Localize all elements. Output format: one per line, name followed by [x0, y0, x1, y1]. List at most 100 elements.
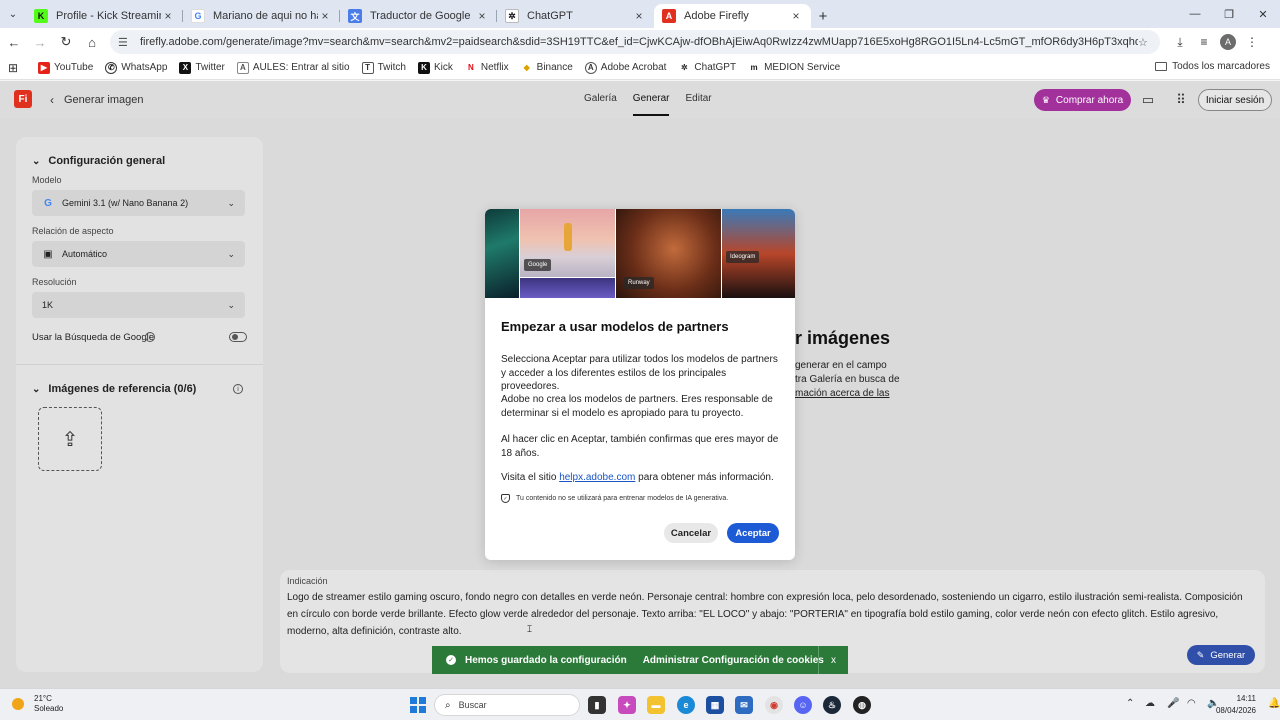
- google-icon: G: [191, 9, 205, 23]
- steam-icon[interactable]: ♨: [823, 696, 841, 714]
- info-icon[interactable]: i: [233, 384, 243, 394]
- task-view-icon[interactable]: ▮: [588, 696, 606, 714]
- bookmark-youtube[interactable]: ▶ YouTube: [38, 61, 93, 74]
- discord-icon[interactable]: ☺: [794, 696, 812, 714]
- sign-in-button[interactable]: Iniciar sesión: [1198, 89, 1272, 111]
- mouse-cursor-icon: 𝙸: [526, 624, 534, 635]
- bookmark-label: Twitter: [195, 62, 225, 73]
- close-toast-button[interactable]: x: [818, 646, 848, 674]
- bookmark-medion[interactable]: m MEDION Service: [748, 61, 840, 74]
- chrome-icon[interactable]: ◉: [765, 696, 783, 714]
- windows-taskbar: 21°C Soleado ⌕ Buscar ▮ ✦ ▬ e ▦ ✉ ◉ ☺ ♨ …: [0, 688, 1280, 720]
- restore-icon[interactable]: ❐: [1212, 0, 1246, 28]
- file-explorer-icon[interactable]: ▬: [647, 696, 665, 714]
- chevron-down-icon: ⌄: [32, 383, 41, 395]
- taskbar-search-input[interactable]: ⌕ Buscar: [434, 694, 580, 716]
- info-icon[interactable]: i: [145, 332, 155, 342]
- all-bookmarks[interactable]: Todos los marcadores: [1155, 61, 1270, 72]
- windows-start-icon[interactable]: [410, 697, 426, 713]
- kick-icon: K: [417, 61, 430, 74]
- cancel-button[interactable]: Cancelar: [664, 523, 718, 543]
- apps-grid-icon[interactable]: ⠿: [1173, 92, 1189, 108]
- window-controls: — ❐ ✕: [1178, 0, 1280, 28]
- bookmark-star-icon[interactable]: ☆: [1138, 36, 1152, 49]
- bookmark-binance[interactable]: ◆ Binance: [520, 61, 573, 74]
- wifi-icon[interactable]: ◠: [1187, 698, 1196, 709]
- bookmark-adobe-acrobat[interactable]: A Adobe Acrobat: [584, 61, 666, 74]
- notification-bell-icon[interactable]: 🔔: [1268, 698, 1280, 709]
- back-to-generate-image[interactable]: ‹ Generar imagen: [50, 93, 144, 107]
- site-info-icon[interactable]: ☰: [118, 36, 132, 49]
- accept-button[interactable]: Aceptar: [727, 523, 779, 543]
- close-tab-icon[interactable]: ×: [318, 9, 332, 23]
- tab-adobe-firefly[interactable]: A Adobe Firefly ×: [654, 4, 811, 28]
- upload-reference-image[interactable]: ⇪: [38, 407, 102, 471]
- forward-icon[interactable]: →: [28, 30, 52, 54]
- mail-icon[interactable]: ✉: [735, 696, 753, 714]
- close-tab-icon[interactable]: ×: [475, 9, 489, 23]
- bookmark-whatsapp[interactable]: ✆ WhatsApp: [105, 61, 167, 74]
- edge-icon[interactable]: e: [677, 696, 695, 714]
- tab-search-chevron-icon[interactable]: ⌄: [0, 0, 26, 28]
- model-select[interactable]: G Gemini 3.1 (w/ Nano Banana 2) ⌄: [32, 190, 245, 216]
- general-settings-header[interactable]: ⌄ Configuración general: [32, 155, 165, 167]
- tray-chevron-up-icon[interactable]: ⌃: [1126, 698, 1134, 709]
- buy-now-button[interactable]: ♛ Comprar ahora: [1034, 89, 1131, 111]
- helpx-link[interactable]: helpx.adobe.com: [559, 472, 635, 483]
- bookmark-label: ChatGPT: [694, 62, 737, 73]
- close-window-icon[interactable]: ✕: [1246, 0, 1280, 28]
- top-nav: Galería Generar Editar: [584, 93, 728, 116]
- google-translate-icon: 文: [348, 9, 362, 23]
- bookmark-label: Kick: [433, 62, 453, 73]
- chat-icon[interactable]: ▭: [1140, 92, 1156, 108]
- tab-chatgpt[interactable]: ✲ ChatGPT ×: [497, 4, 654, 28]
- bookmark-kick[interactable]: K Kick: [417, 61, 453, 74]
- generate-button[interactable]: ✎ Generar: [1187, 645, 1255, 665]
- new-tab-icon[interactable]: +: [811, 4, 835, 28]
- resolution-value: 1K: [42, 300, 54, 310]
- google-search-toggle[interactable]: [229, 332, 247, 342]
- aspect-ratio-select[interactable]: ▣ Automático ⌄: [32, 241, 245, 267]
- bookmark-chatgpt[interactable]: ✲ ChatGPT: [678, 61, 737, 74]
- firefly-logo[interactable]: Fi: [14, 90, 32, 108]
- close-tab-icon[interactable]: ×: [161, 9, 175, 23]
- tab-title: Adobe Firefly: [684, 10, 749, 22]
- adobe-icon: A: [662, 9, 676, 23]
- reload-icon[interactable]: ↻: [54, 30, 78, 54]
- menu-kebab-icon[interactable]: ⋮: [1240, 30, 1264, 54]
- close-tab-icon[interactable]: ×: [789, 9, 803, 23]
- microphone-icon[interactable]: 🎤: [1167, 698, 1179, 709]
- weather-widget[interactable]: 21°C Soleado: [12, 694, 63, 714]
- nav-generate[interactable]: Generar: [632, 93, 669, 116]
- bookmark-twitter[interactable]: X Twitter: [179, 61, 225, 74]
- tab-kick[interactable]: K Profile - Kick Streaming ×: [26, 4, 183, 28]
- close-tab-icon[interactable]: ×: [632, 9, 646, 23]
- sun-icon: [12, 698, 24, 710]
- apps-grid-icon[interactable]: ⊞: [0, 61, 26, 75]
- bookmark-netflix[interactable]: N Netflix: [464, 61, 509, 74]
- reference-images-header[interactable]: ⌄ Imágenes de referencia (0/6): [32, 383, 196, 395]
- home-icon[interactable]: ⌂: [80, 30, 104, 54]
- url-input[interactable]: ☰ firefly.adobe.com/generate/image?mv=se…: [110, 30, 1160, 54]
- back-icon[interactable]: ←: [2, 30, 26, 54]
- obs-icon[interactable]: ◍: [853, 696, 871, 714]
- date: 08/04/2026: [1215, 706, 1256, 715]
- clock[interactable]: 14:11 08/04/2026: [1216, 693, 1256, 717]
- tab-google-search[interactable]: G Mariano de aqui no hay quien … ×: [183, 4, 340, 28]
- nav-gallery[interactable]: Galería: [584, 93, 617, 116]
- manage-cookies-link[interactable]: Administrar Configuración de cookies: [643, 655, 824, 666]
- generate-label: Generar: [1210, 649, 1246, 661]
- tab-google-translate[interactable]: 文 Traductor de Google ×: [340, 4, 497, 28]
- bookmark-twitch[interactable]: T Twitch: [361, 61, 406, 74]
- reading-list-icon[interactable]: ≡: [1192, 30, 1216, 54]
- nav-edit[interactable]: Editar: [685, 93, 711, 116]
- cloud-icon[interactable]: ☁: [1145, 698, 1155, 709]
- store-icon[interactable]: ▦: [706, 696, 724, 714]
- minimize-icon[interactable]: —: [1178, 0, 1212, 28]
- download-icon[interactable]: ⤓: [1168, 30, 1192, 54]
- resolution-select[interactable]: 1K ⌄: [32, 292, 245, 318]
- avatar[interactable]: A: [1220, 34, 1236, 50]
- bookmark-aules[interactable]: A AULES: Entrar al sitio: [236, 61, 350, 74]
- copilot-icon[interactable]: ✦: [618, 696, 636, 714]
- prompt-input[interactable]: Logo de streamer estilo gaming oscuro, f…: [287, 589, 1255, 640]
